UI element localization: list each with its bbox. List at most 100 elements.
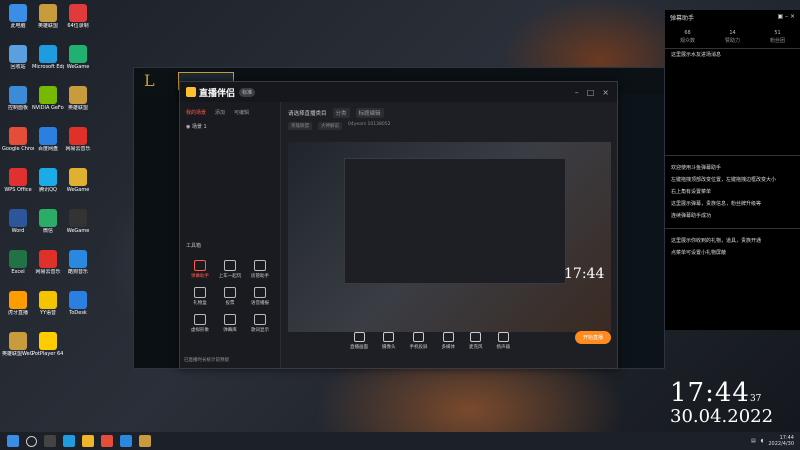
tag-pill[interactable]: 大神解说 bbox=[318, 122, 342, 130]
source-screen[interactable]: 直播画面 bbox=[350, 332, 368, 350]
kugou-icon[interactable] bbox=[120, 435, 132, 447]
app-icon bbox=[39, 250, 57, 268]
stream-preview-canvas[interactable]: 17:44 bbox=[288, 142, 611, 332]
preview-clock: 17:44 bbox=[564, 266, 605, 282]
desktop-icon[interactable]: Word bbox=[2, 209, 34, 234]
desktop-icon[interactable]: 此电脑 bbox=[2, 4, 34, 29]
stat-fans: 51 bbox=[774, 30, 781, 36]
desktop-icon[interactable]: 微信 bbox=[32, 209, 64, 234]
app-icon bbox=[69, 250, 87, 268]
tab-add[interactable]: 添加 bbox=[215, 109, 225, 116]
search-icon[interactable] bbox=[26, 435, 37, 447]
edge-icon[interactable] bbox=[63, 435, 75, 447]
app-icon bbox=[9, 250, 27, 268]
toolbox-heading: 工具箱 bbox=[186, 243, 202, 249]
source-phone[interactable]: 手机投屏 bbox=[410, 332, 428, 350]
game-pill[interactable]: 英雄联盟 bbox=[288, 122, 312, 130]
desktop-icon[interactable]: 虎牙直播 bbox=[2, 291, 34, 316]
category-pill[interactable]: 分类 bbox=[332, 108, 350, 118]
tab-my-scenes[interactable]: 我的场景 bbox=[186, 109, 206, 116]
desktop-icon[interactable]: Excel bbox=[2, 250, 34, 275]
app-icon bbox=[39, 4, 57, 22]
category-title[interactable]: 请选择直播类目 bbox=[288, 109, 327, 117]
source-speaker[interactable]: 扬声器 bbox=[497, 332, 510, 350]
desktop-icon[interactable]: 百度网盘 bbox=[32, 127, 64, 152]
tray-clock[interactable]: 17:44 2022/4/30 bbox=[768, 435, 794, 447]
live-assistant-window[interactable]: 直播伴侣 标准 – □ × 我的场景 添加 可编辑 ◉ 场景 1 工具箱 弹幕助… bbox=[179, 81, 618, 369]
network-icon[interactable]: ▤ bbox=[751, 438, 756, 444]
help-line: 左键拖拽顶部改变位置，左键拖拽边框改变大小 bbox=[671, 177, 777, 183]
tool-vote[interactable]: 投票 bbox=[216, 287, 244, 306]
chrome-icon[interactable] bbox=[101, 435, 113, 447]
tab-fans[interactable]: 粉丝团 bbox=[770, 37, 785, 44]
tab-sponsor[interactable]: 赞助力 bbox=[725, 37, 740, 44]
scene-item[interactable]: ◉ 场景 1 bbox=[180, 120, 280, 133]
desktop-icon[interactable]: WeGame bbox=[62, 209, 94, 234]
desktop-icon[interactable]: 网易云音乐 bbox=[32, 250, 64, 275]
desktop-icon[interactable]: 64位录制 bbox=[62, 4, 94, 29]
desktop-icon[interactable]: 英雄联盟 bbox=[62, 86, 94, 111]
live-titlebar: 直播伴侣 标准 – □ × bbox=[180, 82, 617, 102]
desktop-icon[interactable]: WeGame bbox=[62, 45, 94, 70]
desktop-icon[interactable]: PotPlayer 64 bit bbox=[32, 332, 64, 357]
tab-viewers[interactable]: 观众数 bbox=[680, 37, 695, 44]
title-edit-pill[interactable]: 标题编辑 bbox=[355, 108, 384, 118]
desktop-icon[interactable]: 腾讯QQ bbox=[32, 168, 64, 193]
app-icon bbox=[69, 291, 87, 309]
desktop-icon[interactable]: 网易云音乐 bbox=[62, 127, 94, 152]
tool-gift-box[interactable]: 礼物盒 bbox=[186, 287, 214, 306]
desktop-icon[interactable]: NVIDIA GeForce bbox=[32, 86, 64, 111]
panel-title: 弹幕助手 bbox=[670, 15, 695, 22]
source-media[interactable]: 多媒体 bbox=[442, 332, 455, 350]
danmu-icon bbox=[194, 260, 206, 271]
tool-danmu-lib[interactable]: 弹幕库 bbox=[216, 314, 244, 333]
tool-voice[interactable]: 语音播报 bbox=[246, 287, 274, 306]
entry-message: 这里展示水友进场消息 bbox=[671, 52, 722, 58]
minimize-icon[interactable]: – bbox=[575, 88, 579, 97]
lock-icon[interactable]: ▣ bbox=[777, 13, 783, 20]
tool-danmu[interactable]: 弹幕助手 bbox=[186, 260, 214, 279]
tray-date: 2022/4/30 bbox=[768, 441, 794, 447]
close-icon[interactable]: × bbox=[602, 88, 609, 97]
desktop-icon-label: ToDesk bbox=[69, 310, 87, 316]
desktop-icon[interactable]: 英雄联盟 bbox=[32, 4, 64, 29]
danmu-assistant-panel[interactable]: 弹幕助手 ▣ – × 68 14 51 观众数 赞助力 粉丝团 这里展示水友进场… bbox=[665, 10, 800, 330]
desktop-icon[interactable]: Google Chrome bbox=[2, 127, 34, 152]
divider bbox=[665, 228, 800, 229]
minimize-icon[interactable]: – bbox=[785, 13, 788, 20]
maximize-icon[interactable]: □ bbox=[587, 88, 595, 97]
source-mic[interactable]: 麦克风 bbox=[469, 332, 483, 350]
desktop-icon-label: 微信 bbox=[42, 228, 53, 234]
tool-lyrics[interactable]: 歌词显示 bbox=[246, 314, 274, 333]
tool-carpool[interactable]: 上车一起玩 bbox=[216, 260, 244, 279]
desktop-icon-label: WeGame bbox=[66, 187, 90, 193]
scene-tabs: 我的场景 添加 可编辑 bbox=[180, 102, 280, 120]
tab-editable[interactable]: 可编辑 bbox=[234, 109, 249, 116]
source-toolbar: 直播画面 摄像头 手机投屏 多媒体 麦克风 扬声器 bbox=[290, 324, 617, 350]
clock-date: 30.04.2022 bbox=[670, 406, 774, 427]
desktop-icon[interactable]: WPS Office bbox=[2, 168, 34, 193]
volume-icon[interactable]: ◖ bbox=[761, 438, 764, 444]
desktop-icon[interactable]: Microsoft Edge bbox=[32, 45, 64, 70]
tool-moderator[interactable]: 房管助手 bbox=[246, 260, 274, 279]
desktop-icon[interactable]: 回收站 bbox=[2, 45, 34, 70]
app-icon bbox=[39, 86, 57, 104]
desktop-icon-label: 64位录制 bbox=[67, 23, 89, 29]
desktop-icon[interactable]: 酷狗音乐 bbox=[62, 250, 94, 275]
start-live-button[interactable]: 开始直播 bbox=[574, 331, 611, 344]
source-camera[interactable]: 摄像头 bbox=[382, 332, 396, 350]
desktop-icon[interactable]: 英雄联盟WeGame版 bbox=[2, 332, 34, 357]
desktop-icon[interactable]: YY语音 bbox=[32, 291, 64, 316]
lol-icon[interactable] bbox=[139, 435, 151, 447]
desktop-icon[interactable]: 控制面板 bbox=[2, 86, 34, 111]
app-icon bbox=[9, 86, 27, 104]
desktop-icon[interactable]: WeGame bbox=[62, 168, 94, 193]
desktop-icon[interactable]: ToDesk bbox=[62, 291, 94, 316]
explorer-icon[interactable] bbox=[82, 435, 94, 447]
start-icon[interactable] bbox=[7, 435, 19, 447]
panel-controls: ▣ – × bbox=[777, 13, 795, 22]
tool-avatar[interactable]: 虚拟形象 bbox=[186, 314, 214, 333]
task-view-icon[interactable] bbox=[44, 435, 56, 447]
close-icon[interactable]: × bbox=[790, 13, 795, 20]
desktop-icon-label: 网易云音乐 bbox=[35, 269, 61, 275]
